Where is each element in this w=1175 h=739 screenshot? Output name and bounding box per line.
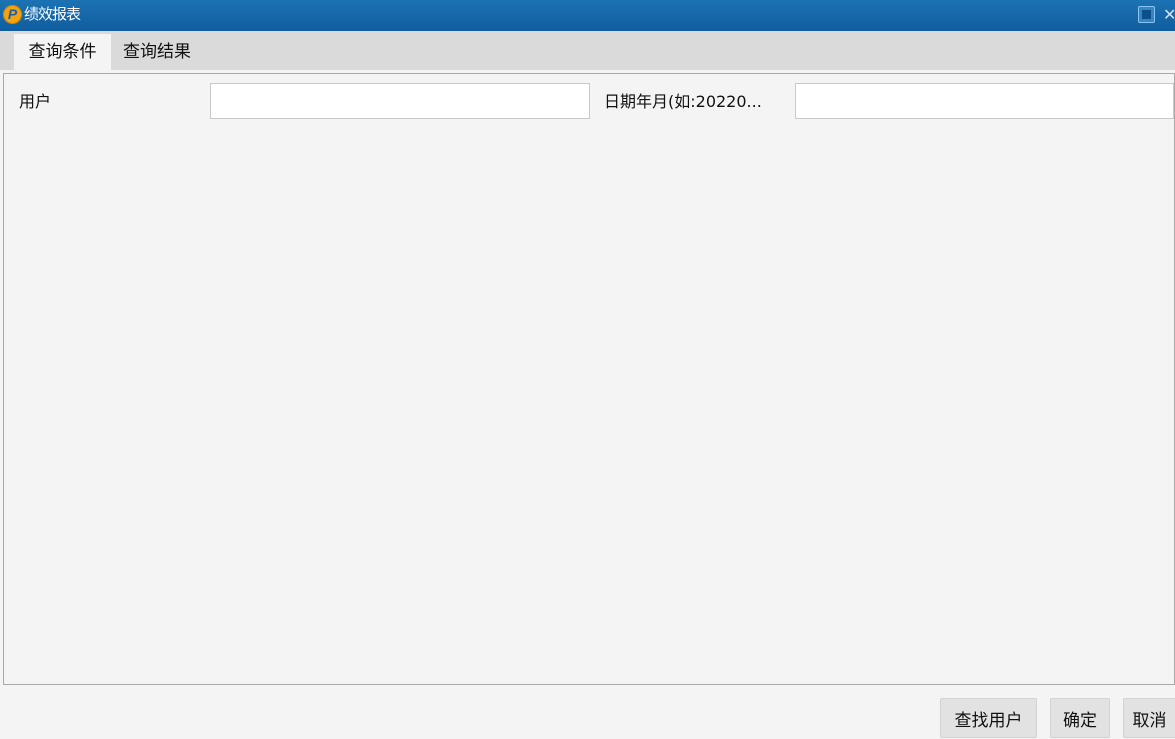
tab-query-conditions[interactable]: 查询条件 [14,34,111,70]
footer-bar: 查找用户 确定 取消 [0,685,1175,739]
tab-bar: 查询条件 查询结果 [0,31,1175,70]
app-logo-icon: P [3,5,22,24]
title-bar: P 绩效报表 ✕ [0,0,1175,31]
maximize-icon[interactable] [1138,6,1155,23]
cancel-button[interactable]: 取消 [1123,698,1175,738]
user-label: 用户 [19,92,52,111]
query-conditions-panel: 用户 日期年月(如:20220... [3,73,1175,685]
date-input[interactable] [795,83,1174,119]
user-input[interactable] [210,83,590,119]
confirm-button[interactable]: 确定 [1050,698,1110,738]
find-user-button[interactable]: 查找用户 [940,698,1037,738]
close-icon[interactable]: ✕ [1163,4,1175,26]
window-title: 绩效报表 [24,5,81,23]
tab-query-results[interactable]: 查询结果 [111,34,203,70]
date-label: 日期年月(如:20220... [604,92,762,111]
